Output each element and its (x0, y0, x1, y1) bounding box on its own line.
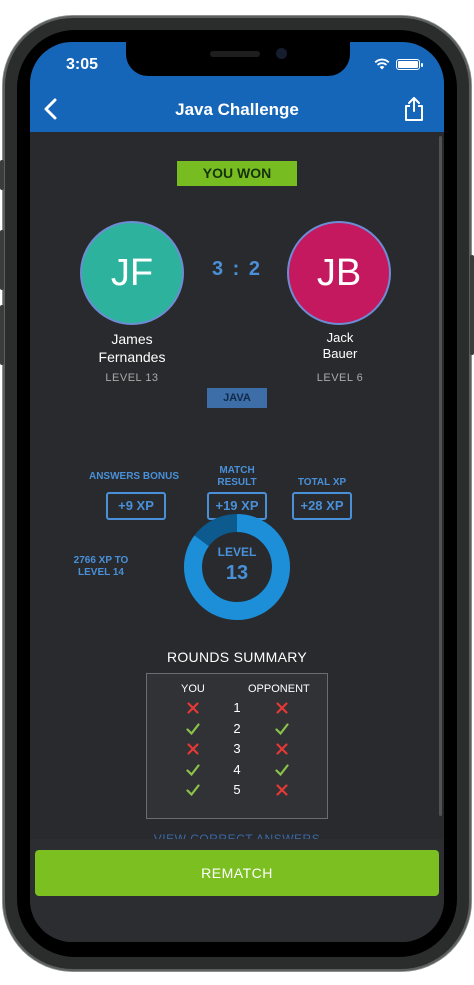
round-row: 5 (147, 782, 329, 802)
front-camera (276, 48, 287, 59)
total-xp-value: +28 XP (292, 492, 352, 520)
cross-icon (276, 784, 288, 796)
check-icon (186, 722, 200, 735)
round-row: 4 (147, 762, 329, 782)
xp-to-next-level-line2: LEVEL 14 (78, 567, 124, 578)
battery-icon (396, 58, 423, 70)
avatar-player: JF (80, 221, 184, 325)
language-tag: JAVA (207, 388, 267, 408)
round-number: 5 (233, 782, 241, 797)
level-label: LEVEL (217, 545, 257, 559)
match-result-label-line2: RESULT (217, 477, 257, 488)
wifi-icon (374, 58, 390, 70)
opponent-first-name: Jack (326, 330, 354, 345)
round-row: 1 (147, 700, 329, 720)
cross-icon (187, 702, 199, 714)
round-row: 2 (147, 721, 329, 741)
rounds-summary-table: YOU OPPONENT 1 2 3 4 5 (146, 673, 328, 819)
rematch-button[interactable]: REMATCH (35, 850, 439, 896)
answers-bonus-value: +9 XP (106, 492, 166, 520)
player-first-name: James (111, 331, 153, 347)
result-badge: YOU WON (177, 161, 297, 186)
answers-bonus-label: ANSWERS BONUS (88, 471, 179, 482)
round-row: 3 (147, 741, 329, 761)
cross-icon (276, 702, 288, 714)
round-number: 1 (233, 700, 241, 715)
cross-icon (276, 743, 288, 755)
player-last-name: Fernandes (98, 349, 166, 365)
mute-switch (0, 160, 4, 190)
status-time: 3:05 (66, 56, 99, 73)
opponent-level: LEVEL 6 (316, 372, 364, 384)
xp-to-next-level-line1: 2766 XP TO (73, 555, 129, 566)
volume-down-button (0, 305, 4, 365)
column-opponent: OPPONENT (248, 683, 310, 695)
column-you: YOU (181, 683, 205, 695)
round-number: 3 (233, 741, 241, 756)
scrollbar[interactable] (439, 136, 442, 816)
page-title: Java Challenge (175, 100, 299, 119)
check-icon (275, 763, 289, 776)
player-level: LEVEL 13 (105, 372, 159, 384)
app-screen: 3:05 Java Challenge YOU WON JF 3 : 2 JB … (30, 42, 444, 942)
opponent-last-name: Bauer (322, 346, 358, 361)
match-score: 3 : 2 (211, 258, 263, 280)
earpiece (210, 51, 260, 57)
avatar-opponent: JB (287, 221, 391, 325)
level-number: 13 (225, 562, 249, 584)
status-icons (374, 58, 423, 70)
level-progress-ring: LEVEL 13 (182, 512, 292, 622)
round-number: 2 (233, 720, 241, 736)
total-xp-label: TOTAL XP (297, 477, 347, 488)
match-result-label: MATCH RESULT (202, 465, 272, 489)
notch (126, 42, 350, 76)
match-result-label-line1: MATCH (219, 465, 255, 476)
rounds-summary-title: ROUNDS SUMMARY (166, 649, 308, 665)
player-name: James Fernandes (57, 330, 207, 366)
cross-icon (187, 743, 199, 755)
xp-to-next-level: 2766 XP TO LEVEL 14 (56, 555, 146, 579)
round-number: 4 (233, 761, 241, 777)
volume-up-button (0, 230, 4, 290)
check-icon (186, 763, 200, 776)
top-bar: 3:05 Java Challenge (30, 42, 444, 132)
power-button (470, 255, 474, 355)
check-icon (275, 722, 289, 735)
results-content[interactable]: YOU WON JF 3 : 2 JB James Fernandes Jack… (30, 132, 444, 942)
share-icon[interactable] (402, 96, 426, 122)
opponent-name: Jack Bauer (265, 330, 415, 362)
check-icon (186, 784, 200, 797)
